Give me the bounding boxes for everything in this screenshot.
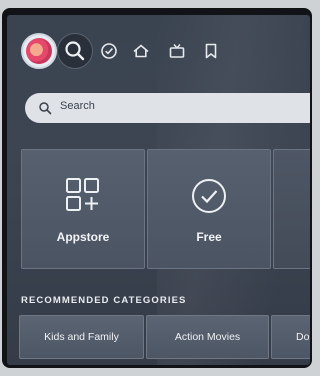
tile-appstore[interactable]: Appstore [21,149,145,269]
top-navigation [7,15,310,85]
category-kids-and-family[interactable]: Kids and Family [19,315,144,359]
search-icon [39,102,52,115]
search-placeholder: Search [60,100,95,112]
home-icon [133,44,149,58]
nav-live-button[interactable] [165,39,189,63]
tile-free[interactable]: Free [147,149,271,269]
tile-label: Appstore [56,230,110,244]
category-partial[interactable]: Do [271,315,310,359]
search-bar[interactable]: Search [25,93,310,123]
category-action-movies[interactable]: Action Movies [146,315,269,359]
nav-library-button[interactable] [199,39,223,63]
appstore-grid-icon [66,178,99,211]
fire-tv-screen: Search Appstore Free RECOMMENDED CATEGOR… [7,15,310,365]
check-circle-icon [101,43,117,59]
search-icon [65,41,85,61]
nav-for-you-button[interactable] [97,39,121,63]
profile-avatar[interactable] [21,33,57,69]
bookmark-icon [205,43,217,59]
tile-partial[interactable] [273,149,310,269]
check-circle-icon [192,179,226,213]
recommended-categories-heading: RECOMMENDED CATEGORIES [21,295,187,306]
nav-home-button[interactable] [129,39,153,63]
tile-label: Free [196,230,222,244]
avatar-image [26,38,52,64]
nav-search-button[interactable] [57,33,93,69]
live-tv-icon [169,44,185,58]
